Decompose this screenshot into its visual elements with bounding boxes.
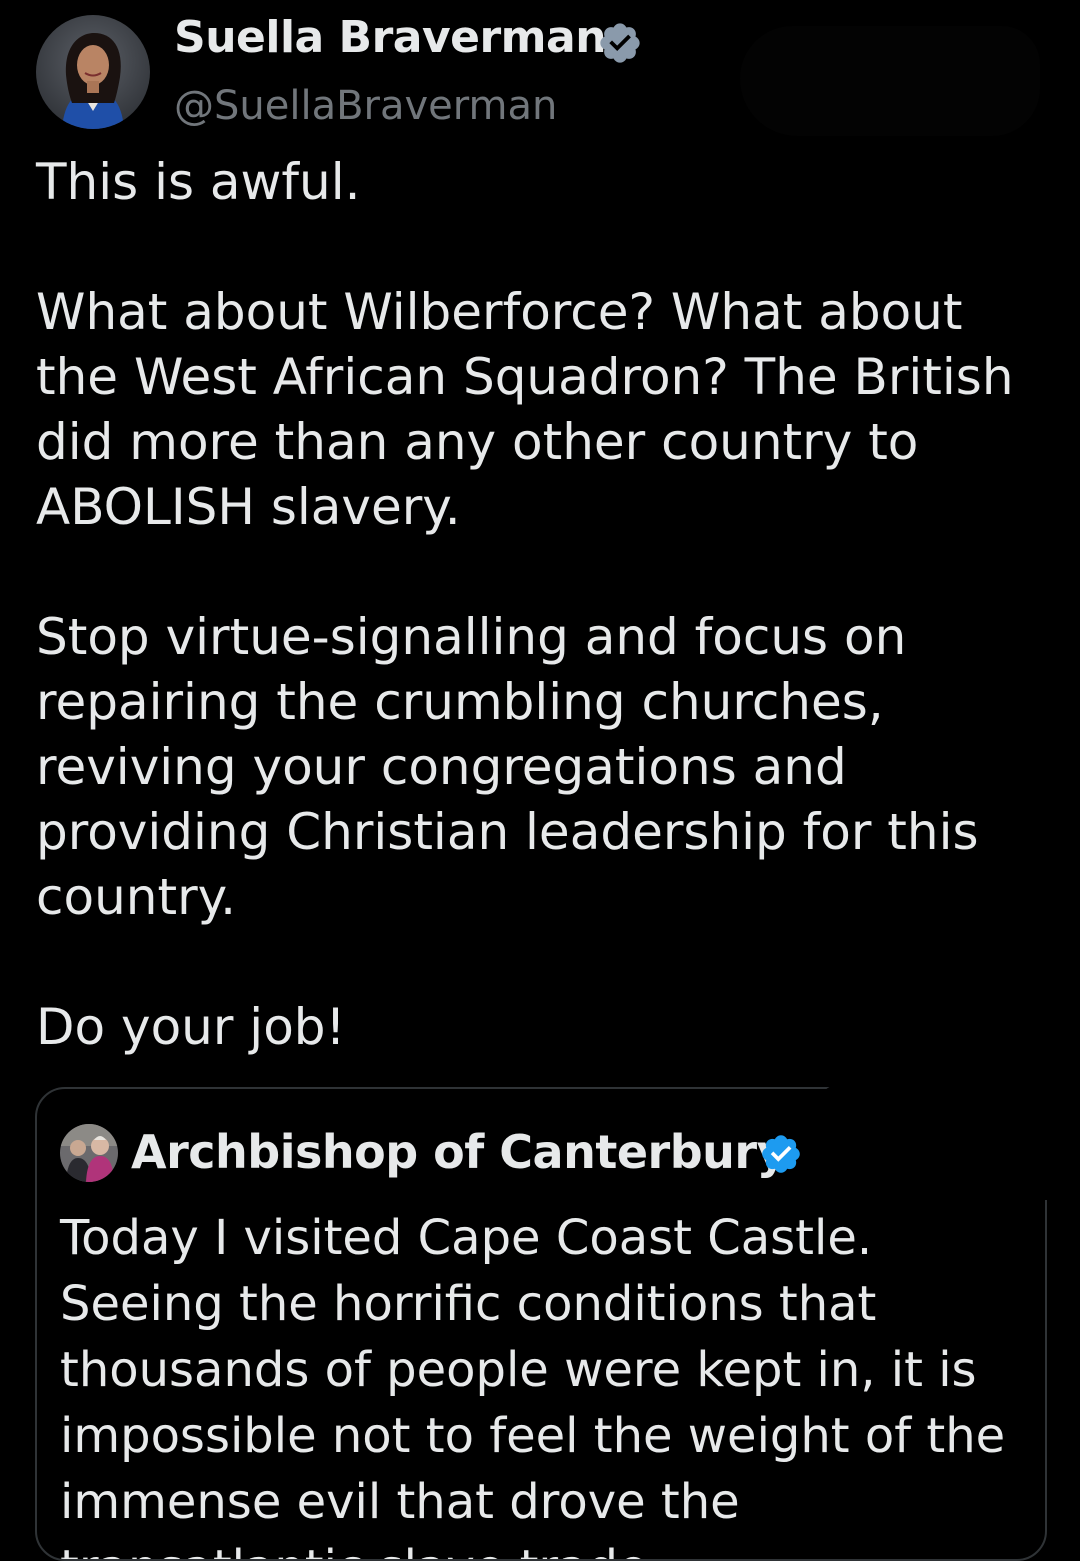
redaction-mark	[805, 1080, 1080, 1200]
author-name[interactable]: Suella Braverman	[174, 12, 607, 63]
redaction-mark	[740, 26, 1040, 136]
tweet-text: This is awful. What about Wilberforce? W…	[36, 150, 1046, 1060]
quoted-tweet-text: Today I visited Cape Coast Castle. Seein…	[60, 1210, 1006, 1559]
quoted-author-avatar[interactable]	[60, 1124, 118, 1182]
tweet-paragraph: What about Wilberforce? What about the W…	[36, 283, 1014, 536]
tweet-paragraph: This is awful.	[36, 153, 361, 211]
verified-badge-icon	[600, 23, 640, 63]
quoted-author-name[interactable]: Archbishop of Canterbury	[131, 1125, 787, 1179]
tweet[interactable]: Suella Braverman @SuellaBraverman This i…	[0, 0, 1080, 1561]
author-handle[interactable]: @SuellaBraverman	[174, 83, 557, 129]
author-avatar[interactable]	[36, 15, 150, 129]
tweet-paragraph: Do your job!	[36, 998, 346, 1056]
tweet-paragraph: Stop virtue-signalling and focus on repa…	[36, 608, 979, 926]
verified-badge-icon	[762, 1135, 800, 1173]
